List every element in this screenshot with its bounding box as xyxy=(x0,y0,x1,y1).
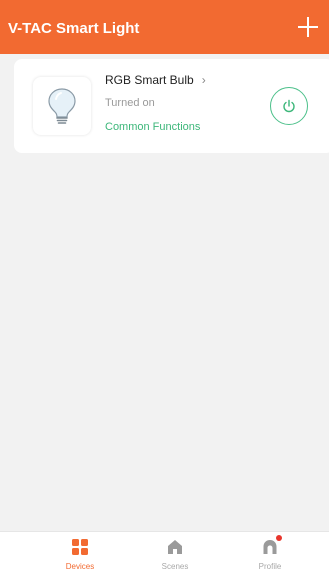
device-thumbnail xyxy=(33,77,91,135)
app-header: V-TAC Smart Light xyxy=(0,0,329,54)
chevron-right-icon: › xyxy=(201,73,206,87)
device-name-link[interactable]: RGB Smart Bulb › xyxy=(105,73,206,87)
device-status: Turned on xyxy=(105,97,155,109)
light-bulb-icon xyxy=(48,88,76,124)
devices-grid-icon xyxy=(72,539,88,555)
nav-label-scenes: Scenes xyxy=(161,562,189,571)
power-icon xyxy=(283,99,295,113)
device-card[interactable]: RGB Smart Bulb › Turned on Common Functi… xyxy=(14,59,329,153)
power-button[interactable] xyxy=(270,87,308,125)
common-functions-link[interactable]: Common Functions xyxy=(105,121,200,133)
bottom-navigation: Devices Scenes Profile xyxy=(0,531,329,573)
nav-label-profile: Profile xyxy=(258,562,282,571)
plus-icon[interactable] xyxy=(297,16,319,38)
nav-tab-profile[interactable]: Profile xyxy=(240,535,300,571)
profile-icon xyxy=(263,540,277,554)
nav-label-devices: Devices xyxy=(65,562,95,571)
notification-badge xyxy=(276,535,282,541)
nav-tab-devices[interactable]: Devices xyxy=(50,538,110,571)
device-name: RGB Smart Bulb xyxy=(105,73,194,87)
home-icon xyxy=(168,540,182,554)
nav-tab-scenes[interactable]: Scenes xyxy=(145,538,205,571)
profile-icon-wrapper xyxy=(261,535,282,556)
app-title: V-TAC Smart Light xyxy=(8,19,140,37)
